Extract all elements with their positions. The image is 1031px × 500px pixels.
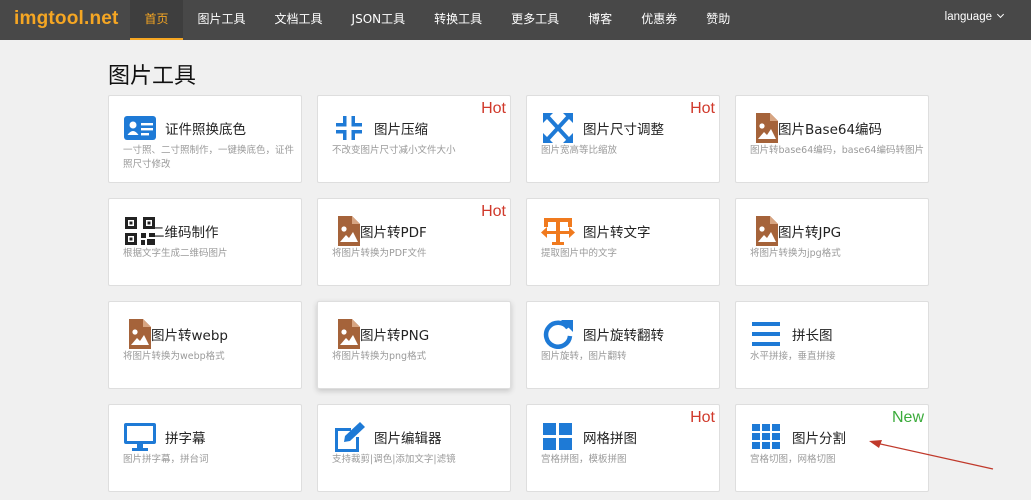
tool-card-title: 图片转PDF (360, 225, 427, 241)
tool-card-title: 网格拼图 (583, 431, 637, 447)
tool-card-description: 将图片转换为jpg格式 (750, 248, 841, 259)
tool-card[interactable]: 拼字幕图片拼字幕，拼台词 (108, 404, 302, 492)
page-title: 图片工具 (108, 64, 197, 89)
tool-card-description: 水平拼接，垂直拼接 (750, 351, 836, 362)
tool-card-description: 图片宽高等比缩放 (541, 145, 618, 156)
tool-card[interactable]: 图片转JPG 将图片转换为jpg格式 (735, 198, 929, 286)
language-label: language (944, 11, 992, 23)
tool-card[interactable]: 图片转webp 将图片转换为webp格式 (108, 301, 302, 389)
tool-card[interactable]: 图片编辑器支持裁剪|调色|添加文字|滤镜 (317, 404, 511, 492)
tool-card[interactable]: 图片转文字提取图片中的文字 (526, 198, 720, 286)
id-card-icon (123, 113, 157, 143)
hot-badge: Hot (481, 203, 506, 220)
tool-card-description: 一寸照、二寸照制作，一键换底色，证件照尺寸修改 (123, 145, 295, 170)
nav-menu: 首页 图片工具 文档工具 JSON工具 转换工具 更多工具 博客 优惠券 赞助 (130, 0, 745, 40)
tool-card-title: 图片转webp (151, 328, 228, 344)
new-badge: New (891, 409, 924, 426)
tool-card[interactable]: 拼长图水平拼接，垂直拼接 (735, 301, 929, 389)
tool-card[interactable]: 图片分割宫格切图，网格切图 New (735, 404, 929, 492)
tool-card-description: 将图片转换为png格式 (332, 351, 427, 362)
nav-item-convert-tools[interactable]: 转换工具 (420, 0, 497, 40)
tool-card[interactable]: 图片Base64编码图片转base64编码，base64编码转图片 (735, 95, 929, 183)
tool-card[interactable]: 二维码制作根据文字生成二维码图片 (108, 198, 302, 286)
tool-card[interactable]: 图片转PDF 将图片转换为PDF文件 Hot (317, 198, 511, 286)
tool-card-description: 根据文字生成二维码图片 (123, 248, 228, 259)
tool-card[interactable]: 图片转PNG 将图片转换为png格式 (317, 301, 511, 389)
rotate-icon (541, 319, 575, 349)
grid-2x2-icon (541, 422, 575, 452)
tool-card-description: 宫格拼图，模板拼图 (541, 454, 627, 465)
top-navbar: imgtool.net 首页 图片工具 文档工具 JSON工具 转换工具 更多工… (0, 0, 1031, 40)
site-logo[interactable]: imgtool.net (14, 8, 119, 30)
tool-card[interactable]: 图片尺寸调整图片宽高等比缩放 Hot (526, 95, 720, 183)
tool-card-description: 提取图片中的文字 (541, 248, 618, 259)
hot-badge: Hot (690, 100, 715, 117)
tool-card-title: 图片分割 (792, 431, 846, 447)
tool-card-title: 图片压缩 (374, 122, 428, 138)
chevron-down-icon (996, 10, 1005, 19)
tool-card-title: 图片尺寸调整 (583, 122, 664, 138)
tool-card-title: 二维码制作 (151, 225, 219, 241)
tool-card-description: 将图片转换为PDF文件 (332, 248, 427, 259)
expand-arrows-icon (541, 113, 575, 143)
tool-card-description: 不改变图片尺寸减小文件大小 (332, 145, 456, 156)
text-extract-icon (541, 216, 575, 246)
tool-card-title: 图片转JPG (778, 225, 842, 241)
tool-card-title: 图片编辑器 (374, 431, 442, 447)
nav-item-blog[interactable]: 博客 (574, 0, 627, 40)
nav-item-more-tools[interactable]: 更多工具 (497, 0, 574, 40)
tool-card[interactable]: 图片旋转翻转图片旋转，图片翻转 (526, 301, 720, 389)
tool-card-title: 图片转PNG (360, 328, 430, 344)
grid-3x3-icon (750, 422, 784, 452)
tool-card-description: 图片拼字幕，拼台词 (123, 454, 209, 465)
nav-item-doc-tools[interactable]: 文档工具 (260, 0, 337, 40)
tool-card[interactable]: 证件照换底色一寸照、二寸照制作，一键换底色，证件照尺寸修改 (108, 95, 302, 183)
nav-item-home[interactable]: 首页 (130, 0, 184, 40)
nav-item-json-tools[interactable]: JSON工具 (337, 0, 420, 40)
tool-card[interactable]: 网格拼图宫格拼图，模板拼图 Hot (526, 404, 720, 492)
tool-card-description: 将图片转换为webp格式 (123, 351, 225, 362)
tool-card-description: 图片旋转，图片翻转 (541, 351, 627, 362)
tool-card-description: 图片转base64编码，base64编码转图片 (750, 145, 924, 156)
hot-badge: Hot (481, 100, 506, 117)
tool-card-description: 宫格切图，网格切图 (750, 454, 836, 465)
list-bars-icon (750, 319, 784, 349)
compress-icon (332, 113, 366, 143)
nav-item-image-tools[interactable]: 图片工具 (183, 0, 260, 40)
hot-badge: Hot (690, 409, 715, 426)
tool-card-title: 图片旋转翻转 (583, 328, 664, 344)
edit-icon (332, 422, 366, 452)
tool-card-title: 证件照换底色 (165, 122, 246, 138)
nav-item-sponsor[interactable]: 赞助 (692, 0, 745, 40)
tool-card-description: 支持裁剪|调色|添加文字|滤镜 (332, 454, 456, 465)
tool-card[interactable]: 图片压缩不改变图片尺寸减小文件大小 Hot (317, 95, 511, 183)
tool-card-title: 拼长图 (792, 328, 833, 344)
tool-card-title: 拼字幕 (165, 431, 206, 447)
nav-item-coupons[interactable]: 优惠券 (627, 0, 692, 40)
monitor-icon (123, 422, 157, 452)
language-dropdown[interactable]: language (944, 10, 1005, 23)
tool-card-title: 图片转文字 (583, 225, 651, 241)
tool-card-title: 图片Base64编码 (778, 122, 883, 138)
